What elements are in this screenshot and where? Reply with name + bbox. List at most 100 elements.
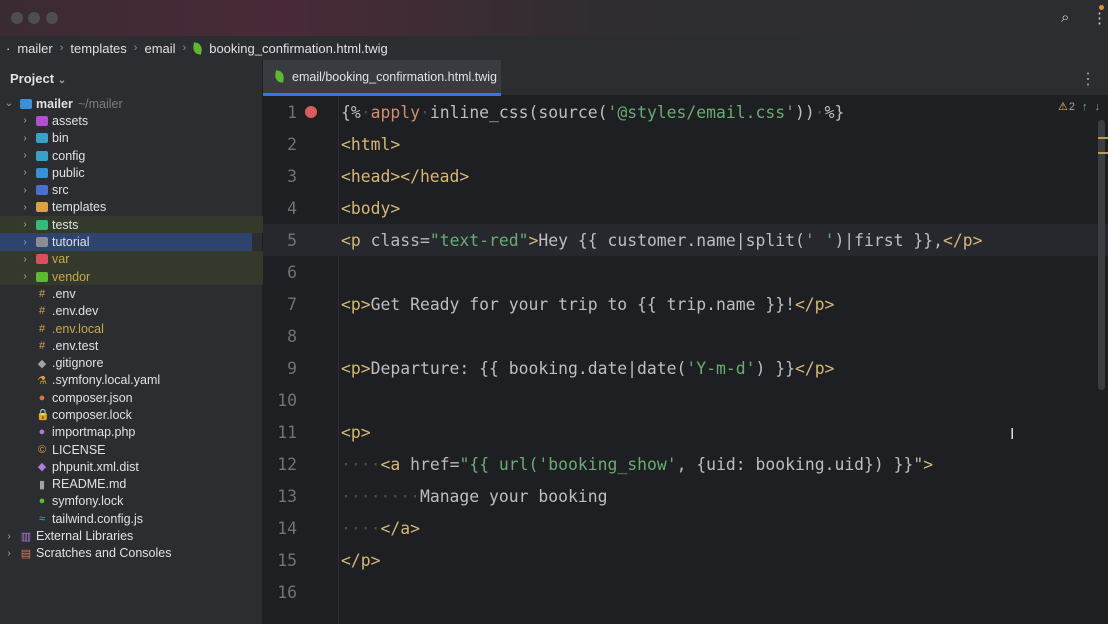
breadcrumb-email[interactable]: email xyxy=(144,41,175,56)
line-number[interactable]: 15 xyxy=(257,551,297,570)
code-token: <html> xyxy=(341,134,401,154)
line-number[interactable]: 3 xyxy=(257,167,297,186)
line-number[interactable]: 14 xyxy=(257,519,297,538)
folder-icon xyxy=(36,237,48,248)
tree-item-symfony-lock[interactable]: ● symfony.lock xyxy=(0,493,263,510)
more-menu-icon[interactable]: ⋮ xyxy=(1092,9,1107,27)
tree-item-label: LICENSE xyxy=(52,442,106,457)
vertical-scrollbar[interactable] xyxy=(1098,120,1108,390)
tree-item-tailwind-config-js[interactable]: ≈ tailwind.config.js xyxy=(0,510,263,527)
tree-item-phpunit-xml-dist[interactable]: ◆ phpunit.xml.dist xyxy=(0,458,263,475)
line-number[interactable]: 2 xyxy=(257,135,297,154)
tree-item-env-test[interactable]: # .env.test xyxy=(0,337,263,354)
code-line[interactable]: 3 <head></head> xyxy=(263,160,1108,192)
close-window-button[interactable] xyxy=(11,12,23,24)
tree-item-LICENSE[interactable]: © LICENSE xyxy=(0,441,263,458)
code-line[interactable]: 4 <body> xyxy=(263,192,1108,224)
tree-item-label: README.md xyxy=(52,477,127,492)
code-token: <p xyxy=(341,230,361,250)
line-number[interactable]: 10 xyxy=(257,391,297,410)
maximize-window-button[interactable] xyxy=(46,12,58,24)
code-line[interactable]: 6 xyxy=(263,256,1108,288)
line-number[interactable]: 6 xyxy=(257,263,297,282)
line-number[interactable]: 11 xyxy=(257,423,297,442)
line-number[interactable]: 1 xyxy=(257,103,297,122)
chevron-right-icon: › xyxy=(7,530,11,542)
twig-file-icon xyxy=(274,70,285,83)
code-area[interactable]: 1 {%·apply·inline_css(source('@styles/ema… xyxy=(263,96,1108,608)
search-icon[interactable]: ⌕ xyxy=(1061,9,1069,26)
breakpoint-icon[interactable] xyxy=(305,106,317,118)
tree-item-public[interactable]: › public xyxy=(0,164,263,181)
tree-item-scratches-and-consoles[interactable]: › ▤ Scratches and Consoles xyxy=(0,545,263,562)
code-line[interactable]: 5 <p class="text-red">Hey {{ customer.nam… xyxy=(263,224,1108,256)
line-number[interactable]: 13 xyxy=(257,487,297,506)
code-line[interactable]: 14 ····</a> xyxy=(263,512,1108,544)
tree-item-vendor[interactable]: › vendor xyxy=(0,267,263,286)
tree-item-gitignore[interactable]: ◆ .gitignore xyxy=(0,354,263,371)
tree-item-tests[interactable]: › tests xyxy=(0,216,263,234)
code-line[interactable]: 1 {%·apply·inline_css(source('@styles/ema… xyxy=(263,96,1108,128)
tab-options-icon[interactable]: ⋮ xyxy=(1080,69,1096,89)
code-token: ···· xyxy=(341,454,381,474)
code-line[interactable]: 8 xyxy=(263,320,1108,352)
tree-item-var[interactable]: › var xyxy=(0,250,263,268)
code-token: inline_css(source( xyxy=(429,102,608,122)
tree-item-bin[interactable]: › bin xyxy=(0,130,263,147)
project-view-selector[interactable]: Project ⌄ xyxy=(10,71,66,86)
chevron-right-icon: › xyxy=(133,42,138,54)
tree-item-env-local[interactable]: # .env.local xyxy=(0,320,263,337)
tree-item-config[interactable]: › config xyxy=(0,147,263,164)
tree-item-composer-json[interactable]: ● composer.json xyxy=(0,389,263,406)
tree-item-external-libraries[interactable]: › ▥ External Libraries xyxy=(0,527,263,544)
tree-item-README-md[interactable]: ▮ README.md xyxy=(0,476,263,493)
code-line[interactable]: 10 xyxy=(263,384,1108,416)
code-line[interactable]: 11 <p> xyxy=(263,416,1108,448)
code-token: "text-red" xyxy=(429,230,529,250)
code-line[interactable]: 16 xyxy=(263,576,1108,608)
code-text: <p> xyxy=(341,423,371,442)
tree-item-symfony-local-yaml[interactable]: ⚗ .symfony.local.yaml xyxy=(0,372,263,389)
breadcrumb-templates[interactable]: templates xyxy=(70,41,126,56)
line-number[interactable]: 12 xyxy=(257,455,297,474)
tab-booking-confirmation[interactable]: email/booking_confirmation.html.twig xyxy=(263,60,501,96)
code-token: > xyxy=(528,230,539,250)
breadcrumb-file[interactable]: booking_confirmation.html.twig xyxy=(209,41,387,56)
folder-icon xyxy=(36,271,48,282)
tree-item-label: .symfony.local.yaml xyxy=(52,373,161,388)
tree-item-env[interactable]: # .env xyxy=(0,285,263,302)
line-number[interactable]: 9 xyxy=(257,359,297,378)
chevron-right-icon: › xyxy=(59,42,64,54)
code-line[interactable]: 7 <p>Get Ready for your trip to {{ trip.n… xyxy=(263,288,1108,320)
tree-item-tutorial[interactable]: › tutorial xyxy=(0,233,252,251)
line-number[interactable]: 16 xyxy=(257,583,297,602)
code-token: 'booking_show' xyxy=(538,454,677,474)
code-line[interactable]: 13 ········Manage your booking xyxy=(263,480,1108,512)
tree-item-templates[interactable]: › templates xyxy=(0,199,263,216)
tree-root-mailer[interactable]: ⌄ mailer ~/mailer xyxy=(0,95,263,112)
line-number[interactable]: 8 xyxy=(257,327,297,346)
arrow-up-icon[interactable]: ↑ xyxy=(1082,101,1088,113)
code-line[interactable]: 12 ····<a href="{{ url('booking_show', {u… xyxy=(263,448,1108,480)
code-token: </p> xyxy=(943,230,983,250)
code-token: <p> xyxy=(341,358,371,378)
line-number[interactable]: 7 xyxy=(257,295,297,314)
tree-item-src[interactable]: › src xyxy=(0,181,263,198)
code-line[interactable]: 9 <p>Departure: {{ booking.date|date('Y-m… xyxy=(263,352,1108,384)
tree-item-importmap-php[interactable]: ● importmap.php xyxy=(0,424,263,441)
folder-icon xyxy=(36,133,48,144)
line-number[interactable]: 4 xyxy=(257,199,297,218)
inspection-widget[interactable]: ⚠ 2 ↑ ↓ xyxy=(1058,100,1101,114)
breadcrumb-mailer[interactable]: mailer xyxy=(17,41,52,56)
tree-item-assets[interactable]: › assets xyxy=(0,112,263,129)
line-number[interactable]: 5 xyxy=(257,231,297,250)
arrow-down-icon[interactable]: ↓ xyxy=(1095,101,1101,113)
minimize-window-button[interactable] xyxy=(28,12,40,24)
code-line[interactable]: 15 </p> xyxy=(263,544,1108,576)
tree-item-composer-lock[interactable]: 🔒 composer.lock xyxy=(0,406,263,423)
library-icon: ▥ xyxy=(20,530,32,543)
code-line[interactable]: 2 <html> xyxy=(263,128,1108,160)
code-token: Hey {{ customer.name|split( xyxy=(538,230,805,250)
tree-item-env-dev[interactable]: # .env.dev xyxy=(0,303,263,320)
code-token: )) xyxy=(794,102,815,122)
